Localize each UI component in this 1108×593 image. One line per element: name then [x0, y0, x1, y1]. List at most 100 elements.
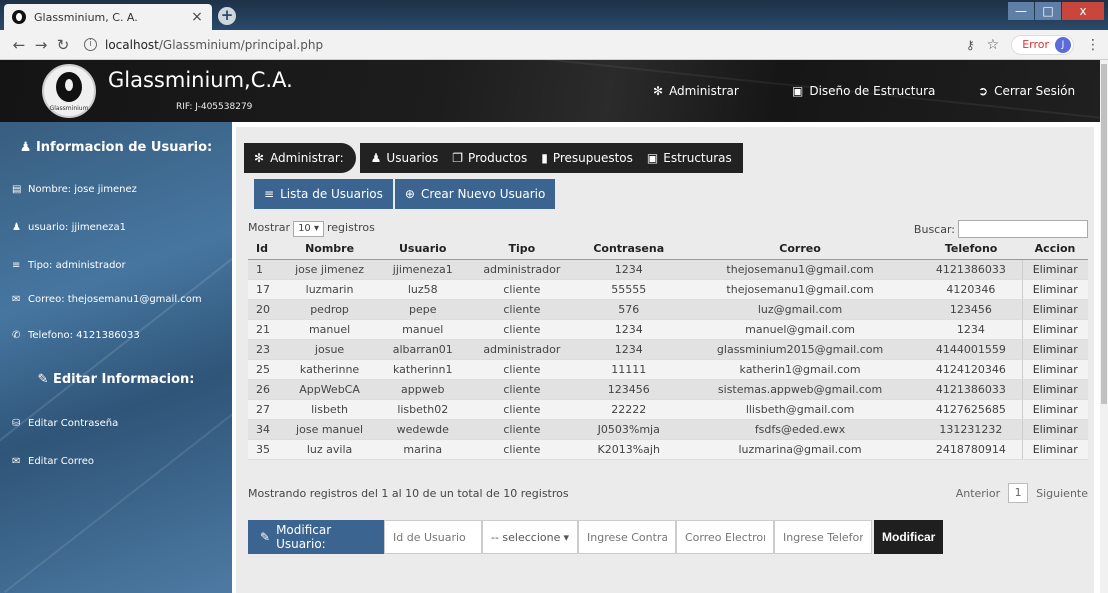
delete-button[interactable]: Eliminar	[1021, 339, 1088, 360]
tab-lista-usuarios[interactable]: ≡ Lista de Usuarios	[254, 179, 393, 209]
sidebar-item-telefono: ✆ Telefono: 4121386033	[12, 330, 140, 341]
table-cell: 4121386033	[920, 379, 1023, 400]
nav-cerrar-sesion[interactable]: ➲ Cerrar Sesión	[978, 84, 1075, 98]
tab-close-icon[interactable]: ×	[190, 9, 204, 25]
user-id-input[interactable]	[384, 520, 482, 554]
column-header[interactable]: Tipo	[466, 239, 578, 260]
sidebar-link-editar-correo[interactable]: ✉ Editar Correo	[12, 456, 94, 467]
tab-presupuestos[interactable]: ▮ Presupuestos	[534, 151, 640, 165]
table-row: 1 jose jimenez jjimeneza1 administrador 1234…	[248, 259, 1088, 280]
column-header[interactable]: Nombre	[279, 239, 380, 260]
delete-button[interactable]: Eliminar	[1021, 279, 1088, 300]
delete-button[interactable]: Eliminar	[1021, 439, 1088, 460]
column-header[interactable]: Correo	[679, 239, 921, 260]
sub-tabs: ≡ Lista de Usuarios ⊕ Crear Nuevo Usuario	[254, 179, 557, 209]
url-field[interactable]: i localhost/Glassminium/principal.php	[84, 38, 966, 52]
delete-button[interactable]: Eliminar	[1021, 299, 1088, 320]
back-arrow-icon[interactable]: ←	[8, 36, 30, 54]
column-header[interactable]: Usuario	[379, 239, 467, 260]
table-cell: 4120346	[920, 279, 1023, 300]
envelope-icon: ✉	[12, 294, 21, 305]
tab-estructuras[interactable]: ▣ Estructuras	[640, 151, 739, 165]
table-cell: cliente	[466, 359, 578, 380]
table-cell: 4121386033	[920, 259, 1023, 280]
password-input[interactable]	[578, 520, 676, 554]
tab-usuarios[interactable]: ♟ Usuarios	[364, 151, 446, 165]
table-cell: glassminium2015@gmail.com	[679, 339, 921, 360]
email-input[interactable]	[676, 520, 774, 554]
pager-page[interactable]: 1	[1008, 483, 1029, 503]
users-table: Id Nombre Usuario Tipo Contrasena Correo Telef…	[248, 239, 1088, 460]
rif-text: RIF: J-405538279	[176, 102, 253, 112]
user-icon: ♟	[12, 222, 21, 233]
pager-next[interactable]: Siguiente	[1036, 487, 1088, 500]
sidebar-link-editar-contrasena[interactable]: ⛁ Editar Contraseña	[12, 418, 118, 429]
tab-crear-usuario[interactable]: ⊕ Crear Nuevo Usuario	[394, 179, 556, 209]
nav-administrar[interactable]: ✻ Administrar	[653, 84, 739, 98]
delete-button[interactable]: Eliminar	[1021, 359, 1088, 380]
table-cell: 123456	[577, 379, 680, 400]
delete-button[interactable]: Eliminar	[1021, 259, 1088, 280]
table-row: 35 luz avila marina cliente K2013%ajh luzmari…	[248, 439, 1088, 460]
star-icon[interactable]: ☆	[987, 37, 1000, 53]
table-row: 26 AppWebCA appweb cliente 123456 sistemas.ap…	[248, 379, 1088, 400]
table-cell: fsdfs@eded.ewx	[679, 419, 921, 440]
new-tab-button[interactable]: +	[218, 7, 236, 25]
logo: Glassminium	[42, 64, 96, 118]
admin-tabs: ✻ Administrar: ♟ Usuarios ❐ Productos ▮ Pre…	[244, 143, 743, 173]
table-cell: 2418780914	[920, 439, 1023, 460]
delete-button[interactable]: Eliminar	[1021, 379, 1088, 400]
table-cell: thejosemanu1@gmail.com	[679, 259, 921, 280]
table-cell: jose manuel	[279, 419, 380, 440]
info-icon[interactable]: i	[84, 38, 97, 51]
maximize-button[interactable]: □	[1035, 2, 1061, 20]
page-scrollbar[interactable]	[1100, 60, 1108, 593]
logo-caption: Glassminium	[49, 105, 89, 112]
search-input[interactable]	[958, 220, 1088, 238]
error-label: Error	[1022, 38, 1049, 51]
window-close-button[interactable]: x	[1062, 2, 1104, 20]
table-cell: luzmarina@gmail.com	[679, 439, 921, 460]
pagination: Anterior 1 Siguiente	[956, 483, 1088, 503]
sidebar-item-usuario: ♟ usuario: jjimeneza1	[12, 222, 127, 233]
forward-arrow-icon[interactable]: →	[30, 36, 52, 54]
table-cell: 1	[248, 259, 280, 280]
profile-error-pill[interactable]: Error J	[1011, 34, 1074, 55]
kebab-menu-icon[interactable]: ⋮	[1086, 37, 1100, 53]
delete-button[interactable]: Eliminar	[1021, 319, 1088, 340]
column-header[interactable]: Contrasena	[577, 239, 680, 260]
user-type-select[interactable]: -- seleccione ▾	[482, 520, 578, 554]
sidebar: ♟ Informacion de Usuario: ▤ Nombre: jose …	[0, 122, 232, 593]
table-cell: luz avila	[279, 439, 380, 460]
scrollbar-thumb[interactable]	[1101, 64, 1107, 404]
table-cell: 22222	[577, 399, 680, 420]
page-length-select[interactable]: 10 ▾	[293, 221, 324, 237]
delete-button[interactable]: Eliminar	[1021, 399, 1088, 420]
modify-button[interactable]: Modificar	[874, 520, 944, 554]
column-header[interactable]: Accion	[1022, 239, 1088, 260]
phone-icon: ✆	[12, 330, 21, 341]
table-cell: lisbeth02	[379, 399, 467, 420]
table-cell: 20	[248, 299, 280, 320]
table-cell: K2013%ajh	[577, 439, 680, 460]
browser-tab[interactable]: Glassminium, C. A. ×	[4, 4, 212, 30]
envelope-icon: ✉	[12, 456, 21, 467]
column-header[interactable]: Id	[248, 239, 280, 260]
pager-previous[interactable]: Anterior	[956, 487, 1000, 500]
key-icon[interactable]: ⚷	[966, 38, 975, 52]
reload-icon[interactable]: ↻	[52, 36, 74, 54]
table-cell: katherinn1	[379, 359, 467, 380]
nav-diseno-estructura[interactable]: ▣ Diseño de Estructura	[792, 84, 935, 98]
pencil-icon: ✎	[260, 530, 271, 544]
admin-tab-lead[interactable]: ✻ Administrar:	[244, 143, 356, 173]
minimize-button[interactable]: —	[1008, 2, 1034, 20]
sidebar-item-nombre: ▤ Nombre: jose jimenez	[12, 184, 137, 195]
tab-productos[interactable]: ❐ Productos	[445, 151, 534, 165]
delete-button[interactable]: Eliminar	[1021, 419, 1088, 440]
products-icon: ❐	[452, 151, 464, 165]
phone-input[interactable]	[774, 520, 872, 554]
table-cell: 25	[248, 359, 280, 380]
column-header[interactable]: Telefono	[920, 239, 1023, 260]
table-cell: lisbeth	[279, 399, 380, 420]
address-bar: ← → ↻ i localhost/Glassminium/principal.…	[0, 30, 1108, 60]
